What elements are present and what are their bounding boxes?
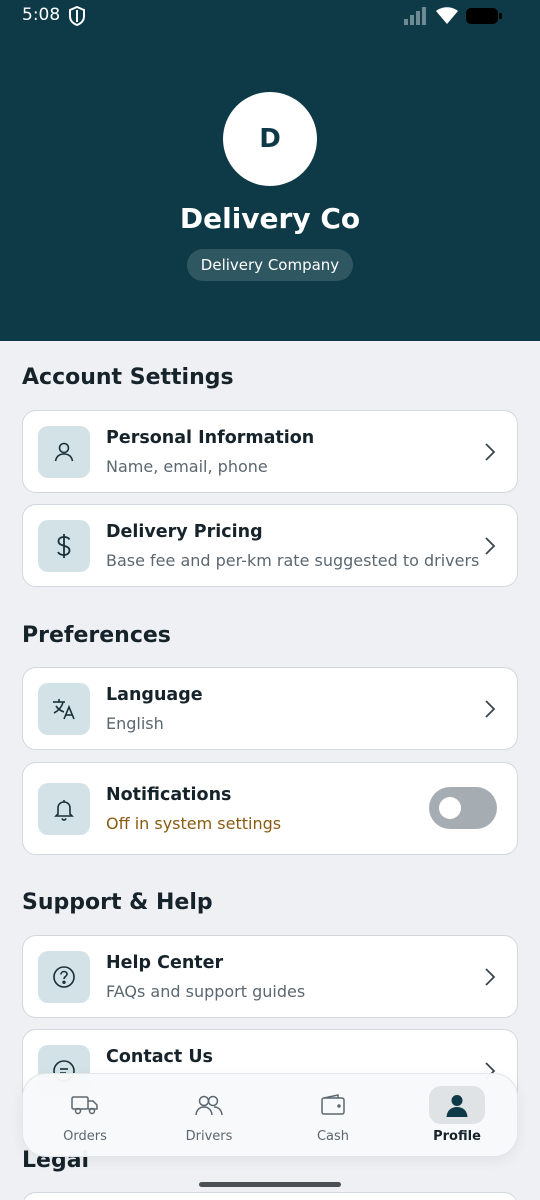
status-time: 5:08 — [22, 5, 61, 25]
battery-icon — [466, 8, 502, 24]
item-title: Personal Information — [106, 428, 315, 448]
notifications-toggle[interactable] — [429, 787, 497, 829]
item-subtitle: FAQs and support guides — [106, 982, 306, 1001]
item-title: Help Center — [106, 953, 224, 973]
item-subtitle: Off in system settings — [106, 814, 282, 833]
shield-icon — [69, 6, 85, 26]
chevron-right-icon — [485, 700, 496, 718]
nav-label: Cash — [316, 1129, 350, 1144]
bell-icon — [38, 783, 90, 835]
item-title: Delivery Pricing — [106, 522, 263, 542]
nav-label: Drivers — [185, 1129, 233, 1144]
profile-header: 5:08 D Delivery Co Delivery Company — [0, 0, 540, 341]
status-indicators — [404, 6, 502, 26]
chevron-right-icon — [485, 968, 496, 986]
person-icon — [429, 1086, 485, 1124]
nav-orders[interactable]: Orders — [23, 1074, 147, 1158]
nav-cash[interactable]: Cash — [271, 1074, 395, 1158]
translate-icon — [38, 683, 90, 735]
item-subtitle: English — [106, 714, 164, 733]
item-subtitle: Base fee and per-km rate suggested to dr… — [106, 551, 480, 570]
signal-icon — [404, 7, 426, 25]
section-title-account-settings: Account Settings — [22, 365, 234, 390]
chevron-right-icon — [485, 537, 496, 555]
language-item[interactable]: Language English — [22, 667, 518, 750]
question-icon — [38, 951, 90, 1003]
item-subtitle: Name, email, phone — [106, 457, 268, 476]
section-title-preferences: Preferences — [22, 623, 171, 648]
dollar-icon — [38, 520, 90, 572]
nav-label: Profile — [433, 1129, 481, 1144]
avatar: D — [223, 92, 317, 186]
notifications-item[interactable]: Notifications Off in system settings — [22, 762, 518, 855]
nav-profile[interactable]: Profile — [395, 1074, 519, 1158]
home-indicator — [199, 1182, 341, 1187]
bottom-nav: Orders Drivers Cash Profile — [22, 1073, 518, 1157]
item-title: Notifications — [106, 785, 232, 805]
section-title-support-help: Support & Help — [22, 890, 213, 915]
personal-information-item[interactable]: Personal Information Name, email, phone — [22, 410, 518, 493]
item-title: Language — [106, 685, 203, 705]
legal-item[interactable] — [22, 1192, 518, 1200]
status-bar: 5:08 — [0, 0, 540, 34]
toggle-knob — [439, 797, 461, 819]
user-icon — [38, 426, 90, 478]
help-center-item[interactable]: Help Center FAQs and support guides — [22, 935, 518, 1018]
users-icon — [181, 1086, 237, 1124]
nav-label: Orders — [63, 1129, 107, 1144]
item-title: Contact Us — [106, 1047, 213, 1067]
wifi-icon — [436, 7, 458, 24]
role-badge: Delivery Company — [187, 249, 353, 281]
delivery-pricing-item[interactable]: Delivery Pricing Base fee and per-km rat… — [22, 504, 518, 587]
chevron-right-icon — [485, 443, 496, 461]
nav-drivers[interactable]: Drivers — [147, 1074, 271, 1158]
company-name: Delivery Co — [179, 202, 361, 235]
truck-icon — [57, 1086, 113, 1124]
wallet-icon — [305, 1086, 361, 1124]
